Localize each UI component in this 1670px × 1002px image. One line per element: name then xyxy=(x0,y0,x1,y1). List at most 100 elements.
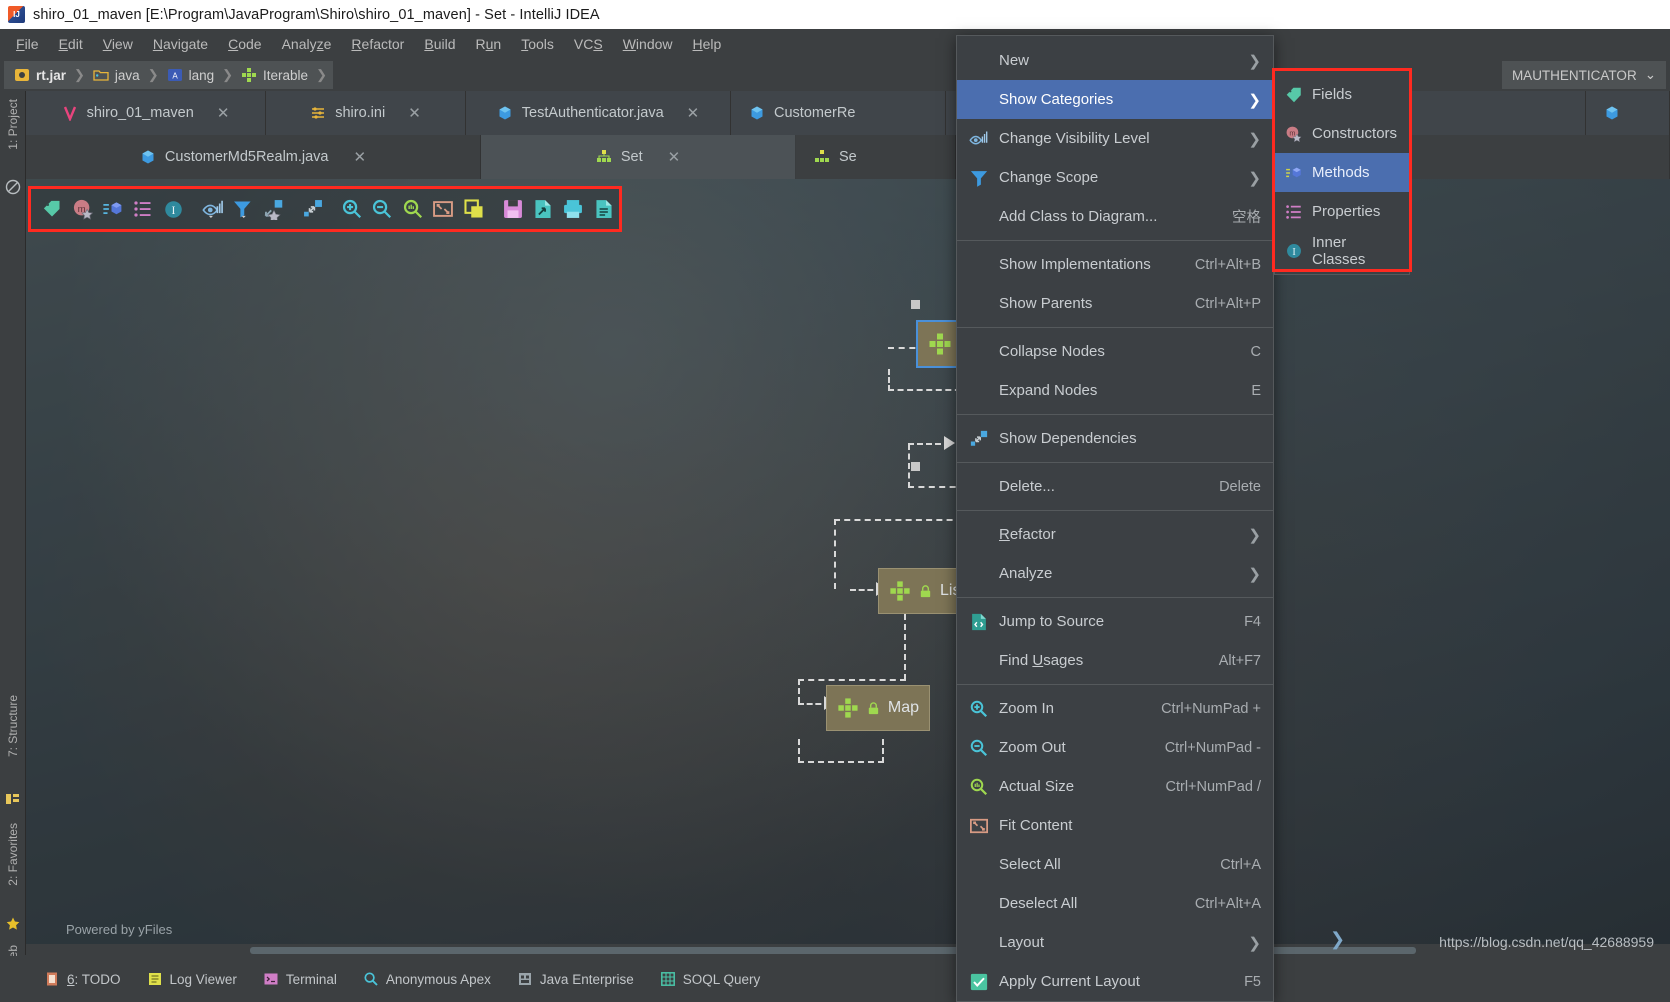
zoom-out-icon[interactable] xyxy=(368,195,396,224)
bottom-item-java-enterprise[interactable]: Java Enterprise xyxy=(517,971,634,987)
uml-diagram-canvas[interactable]: Lis Map Powered by yFiles xyxy=(26,179,1670,955)
show-methods-icon[interactable] xyxy=(99,195,127,224)
show-categories-icon[interactable] xyxy=(259,195,287,224)
chevron-right-icon[interactable]: ❯ xyxy=(1330,929,1345,950)
menu-run[interactable]: Run xyxy=(466,33,512,55)
menu-item-jump-to-source[interactable]: Jump to Source F4 xyxy=(957,602,1273,641)
tab-se[interactable]: Se xyxy=(796,135,956,179)
submenu-item-inner-classes[interactable]: I Inner Classes xyxy=(1275,231,1409,270)
sidebar-item-favorites[interactable]: 2: Favorites xyxy=(0,819,26,890)
save-icon[interactable] xyxy=(499,195,527,224)
editor-tab-bar: shiro_01_maven ✕ shiro.ini ✕ TestAuthent… xyxy=(26,91,1670,135)
chevron-down-icon[interactable]: ⌄ xyxy=(1645,67,1656,83)
tab-overflow[interactable] xyxy=(1586,91,1670,135)
menu-item-new[interactable]: New ❯ xyxy=(957,41,1273,80)
diagram-context-menu[interactable]: New ❯ Show Categories ❯ Change Visibilit… xyxy=(956,35,1274,1002)
diagram-toolbar[interactable]: m I xyxy=(28,186,622,232)
menu-vcs[interactable]: VCS xyxy=(564,33,613,55)
menu-item-show-categories[interactable]: Show Categories ❯ xyxy=(957,80,1273,119)
show-inner-classes-icon[interactable]: I xyxy=(160,195,188,224)
menu-item-actual-size[interactable]: Actual Size Ctrl+NumPad / xyxy=(957,767,1273,806)
menu-item-zoom-out[interactable]: Zoom Out Ctrl+NumPad - xyxy=(957,728,1273,767)
menu-item-fit-content[interactable]: Fit Content xyxy=(957,806,1273,845)
menu-item-analyze[interactable]: Analyze ❯ xyxy=(957,554,1273,593)
menu-build[interactable]: Build xyxy=(414,33,465,55)
change-visibility-level-icon[interactable] xyxy=(199,195,227,224)
show-categories-submenu[interactable]: Fields m Constructors Methods Properties… xyxy=(1274,70,1410,275)
tab-customer-md5-realm[interactable]: CustomerMd5Realm.java ✕ xyxy=(26,135,481,179)
close-icon[interactable]: ✕ xyxy=(408,104,421,122)
menu-edit[interactable]: Edit xyxy=(49,33,93,55)
show-properties-icon[interactable] xyxy=(129,195,157,224)
close-icon[interactable]: ✕ xyxy=(687,104,700,122)
bottom-item-log-viewer[interactable]: Log Viewer xyxy=(147,971,237,987)
breadcrumb-item-iterable[interactable]: Iterable xyxy=(235,62,314,88)
star-icon[interactable] xyxy=(5,916,21,932)
menu-item-show-dependencies[interactable]: Show Dependencies xyxy=(957,419,1273,458)
show-dependencies-icon[interactable] xyxy=(299,195,327,224)
breadcrumb-item-lang[interactable]: A lang xyxy=(161,62,221,88)
bottom-item-soql-query[interactable]: SOQL Query xyxy=(660,971,760,987)
print-preview-icon[interactable] xyxy=(590,195,618,224)
tab-shiro-ini[interactable]: shiro.ini ✕ xyxy=(266,91,466,135)
tab-customer-re[interactable]: CustomerRe xyxy=(731,91,946,135)
menu-help[interactable]: Help xyxy=(683,33,732,55)
menu-tools[interactable]: Tools xyxy=(511,33,564,55)
menu-item-zoom-in[interactable]: Zoom In Ctrl+NumPad + xyxy=(957,689,1273,728)
menu-item-add-class-to-diagram[interactable]: Add Class to Diagram... 空格 xyxy=(957,197,1273,236)
structure-icon[interactable] xyxy=(5,791,21,807)
breadcrumb-item-rt-jar[interactable]: rt.jar xyxy=(8,62,72,88)
close-icon[interactable]: ✕ xyxy=(217,104,230,122)
close-icon[interactable]: ✕ xyxy=(668,148,681,166)
menu-item-show-parents[interactable]: Show Parents Ctrl+Alt+P xyxy=(957,284,1273,323)
menu-item-find-usages[interactable]: Find Usages Alt+F7 xyxy=(957,641,1273,680)
menu-item-change-scope[interactable]: Change Scope ❯ xyxy=(957,158,1273,197)
change-scope-icon[interactable] xyxy=(229,195,257,224)
submenu-item-fields[interactable]: Fields xyxy=(1275,75,1409,114)
menu-item-delete[interactable]: Delete... Delete xyxy=(957,467,1273,506)
breadcrumb-item-java[interactable]: java xyxy=(87,62,146,88)
export-icon[interactable] xyxy=(529,195,557,224)
print-icon[interactable] xyxy=(559,195,587,224)
close-icon[interactable]: ✕ xyxy=(354,148,367,166)
bottom-item-terminal[interactable]: Terminal xyxy=(263,971,337,987)
actual-size-icon[interactable] xyxy=(399,195,427,224)
tab-test-authenticator[interactable]: TestAuthenticator.java ✕ xyxy=(466,91,731,135)
menu-file[interactable]: File xyxy=(6,33,49,55)
menu-item-select-all[interactable]: Select All Ctrl+A xyxy=(957,845,1273,884)
sidebar-item-project[interactable]: 1: Project xyxy=(0,95,26,154)
project-icon[interactable] xyxy=(5,179,21,195)
tab-shiro-01-maven[interactable]: shiro_01_maven ✕ xyxy=(26,91,266,135)
show-fields-icon[interactable] xyxy=(38,195,66,224)
submenu-item-properties[interactable]: Properties xyxy=(1275,192,1409,231)
menu-window[interactable]: Window xyxy=(613,33,683,55)
menu-code[interactable]: Code xyxy=(218,33,271,55)
submenu-item-methods[interactable]: Methods xyxy=(1275,153,1409,192)
menu-navigate[interactable]: Navigate xyxy=(143,33,218,55)
menu-item-show-implementations[interactable]: Show Implementations Ctrl+Alt+B xyxy=(957,245,1273,284)
menu-item-collapse-nodes[interactable]: Collapse Nodes C xyxy=(957,332,1273,371)
select-all-icon[interactable] xyxy=(459,195,487,224)
bottom-item-todo[interactable]: 6: TODO xyxy=(44,971,121,987)
show-constructors-icon[interactable]: m xyxy=(68,195,96,224)
fit-content-icon[interactable] xyxy=(429,195,457,224)
menu-item-change-visibility-level[interactable]: Change Visibility Level ❯ xyxy=(957,119,1273,158)
menu-view[interactable]: View xyxy=(93,33,143,55)
menu-item-layout[interactable]: Layout ❯ xyxy=(957,923,1273,962)
breadcrumb-right[interactable]: MAUTHENTICATOR ⌄ xyxy=(1501,61,1666,89)
menu-item-expand-nodes[interactable]: Expand Nodes E xyxy=(957,371,1273,410)
resize-handle[interactable] xyxy=(911,300,920,309)
menu-item-apply-current-layout[interactable]: Apply Current Layout F5 xyxy=(957,962,1273,1001)
tab-set[interactable]: Set ✕ xyxy=(481,135,796,179)
diagram-node-map[interactable]: Map xyxy=(826,685,930,731)
menu-item-refactor[interactable]: Refactor ❯ xyxy=(957,515,1273,554)
menu-item-deselect-all[interactable]: Deselect All Ctrl+Alt+A xyxy=(957,884,1273,923)
horizontal-scrollbar[interactable] xyxy=(26,944,1670,956)
submenu-item-constructors[interactable]: m Constructors xyxy=(1275,114,1409,153)
menu-refactor[interactable]: Refactor xyxy=(341,33,414,55)
bottom-item-anonymous-apex[interactable]: Anonymous Apex xyxy=(363,971,491,987)
menu-analyze[interactable]: Analyze xyxy=(272,33,342,55)
resize-handle[interactable] xyxy=(911,462,920,471)
zoom-in-icon[interactable] xyxy=(338,195,366,224)
sidebar-item-structure[interactable]: 7: Structure xyxy=(0,691,26,761)
